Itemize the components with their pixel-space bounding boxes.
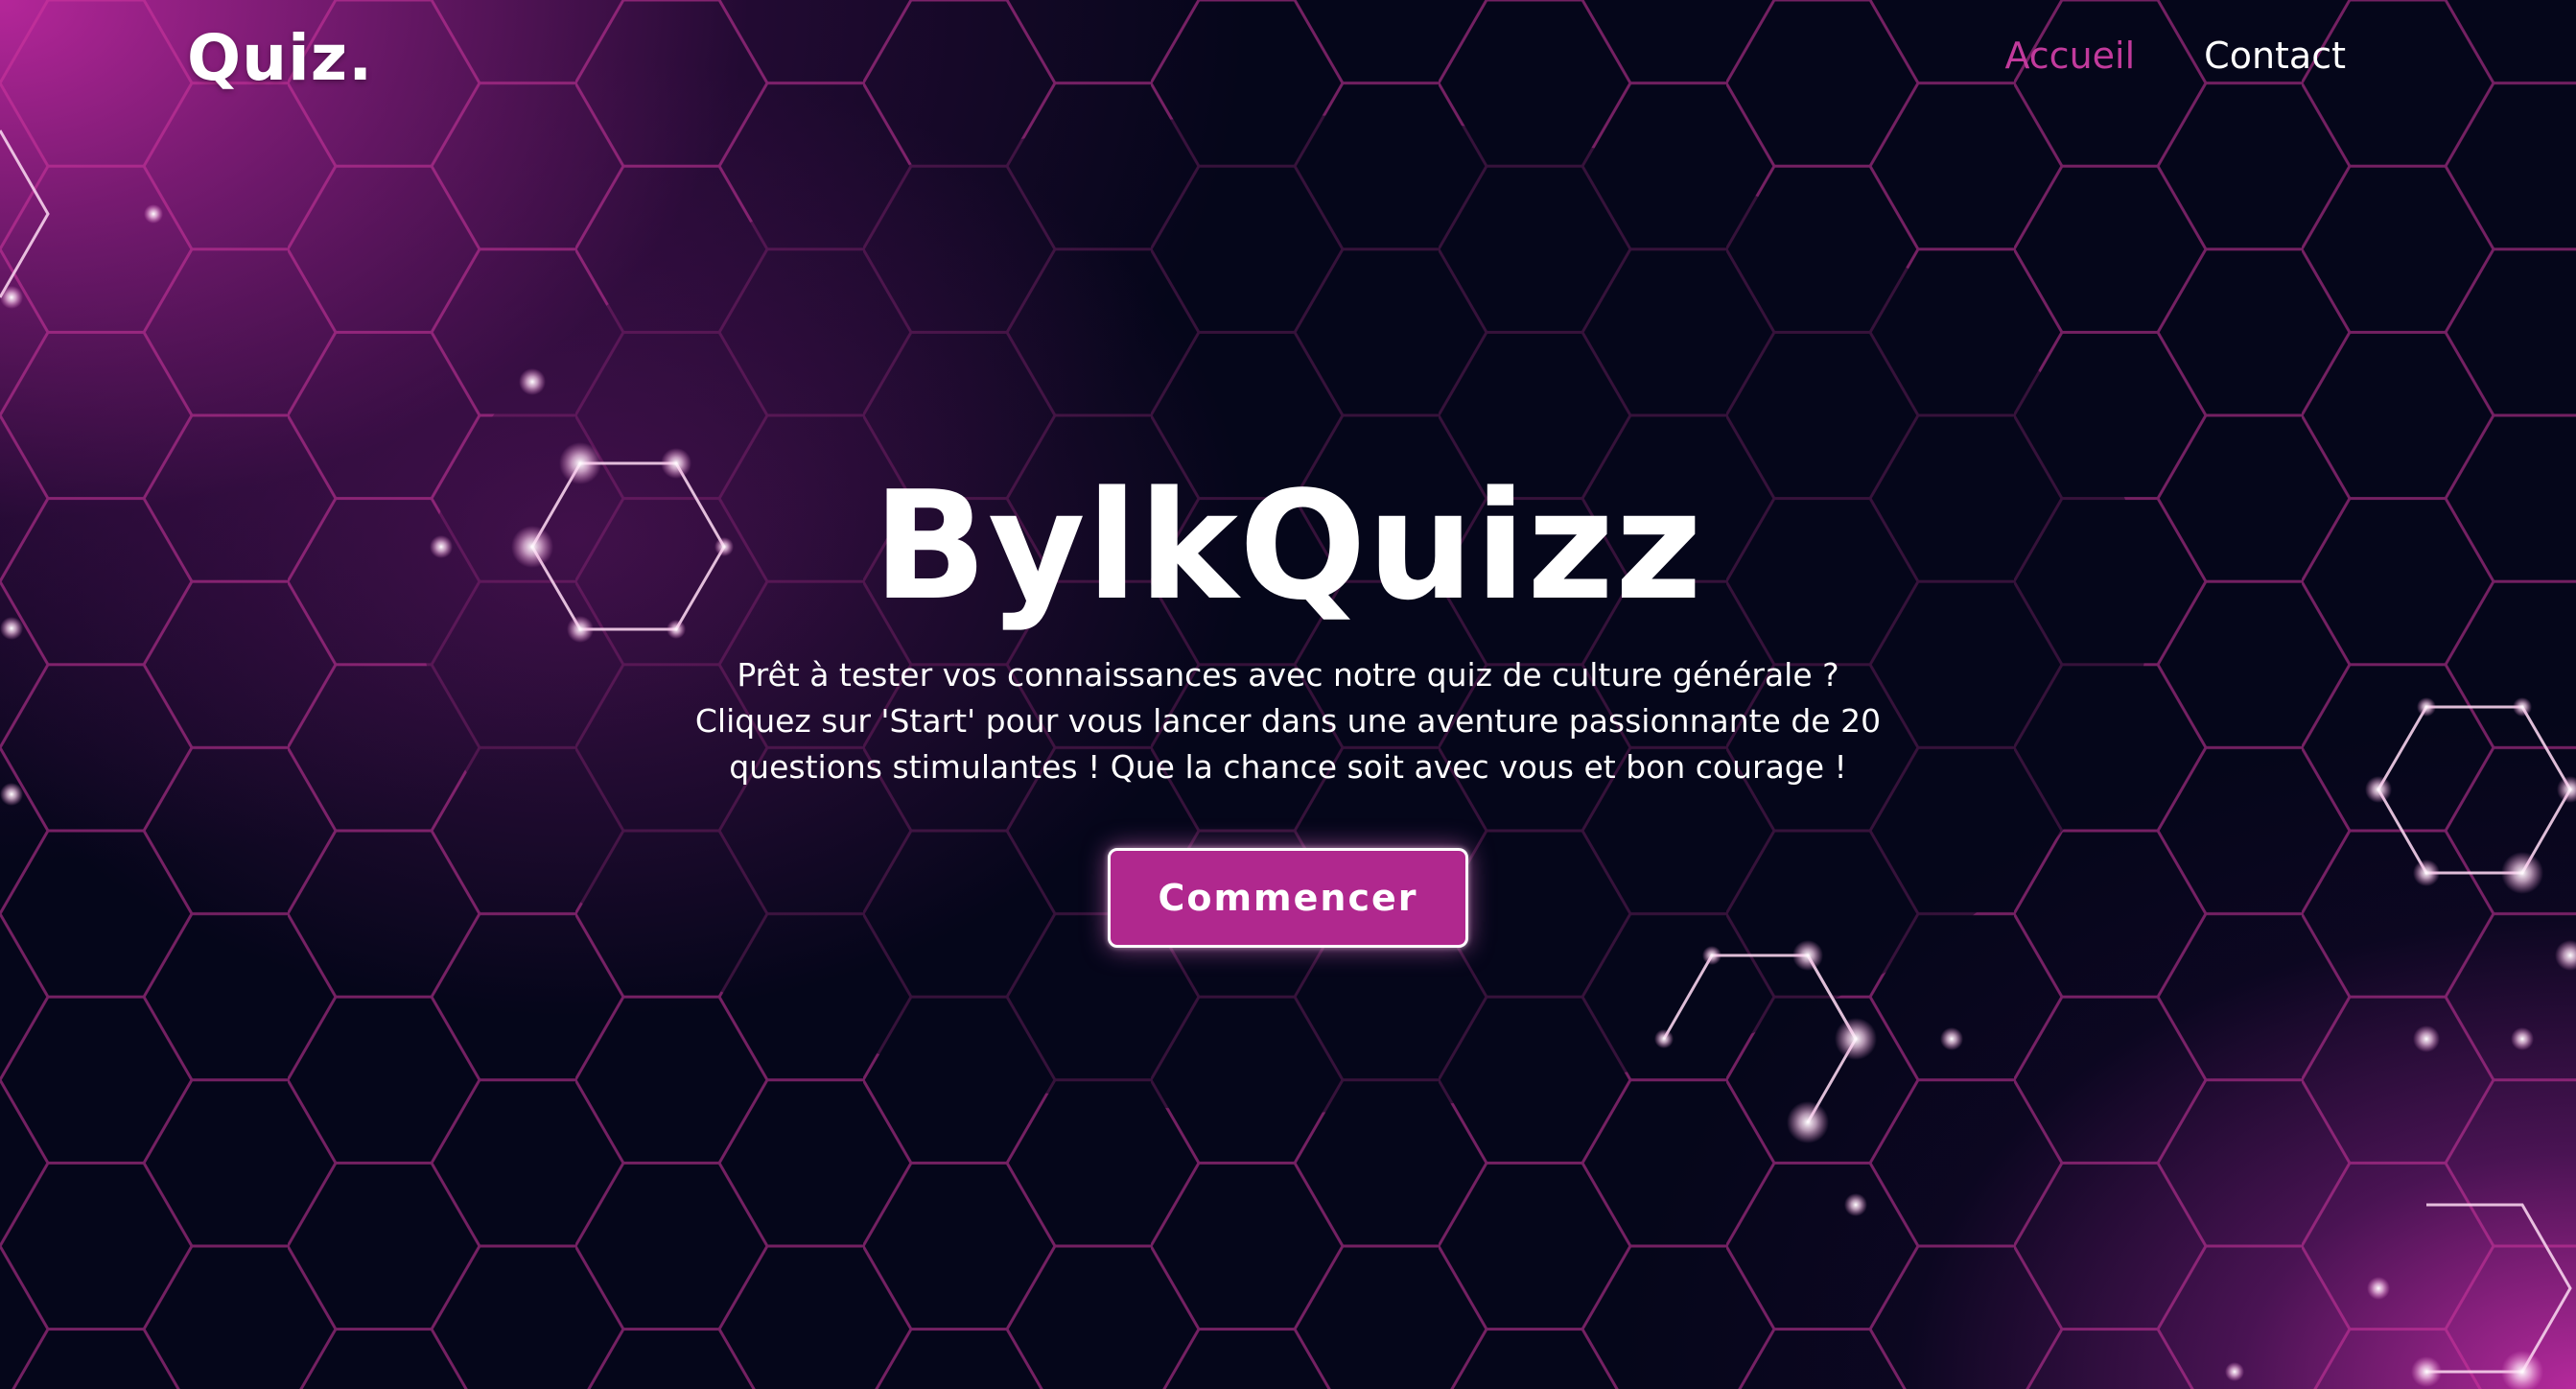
start-button[interactable]: Commencer bbox=[1108, 847, 1468, 948]
brand-logo[interactable]: Quiz. bbox=[187, 21, 373, 95]
hero-title: BylkQuizz bbox=[873, 459, 1703, 633]
nav-link-accueil[interactable]: Accueil bbox=[2004, 35, 2135, 77]
hero-description: Prêt à tester vos connaissances avec not… bbox=[694, 655, 1882, 786]
main-nav: Accueil Contact bbox=[2004, 35, 2346, 77]
nav-link-contact[interactable]: Contact bbox=[2204, 35, 2346, 77]
page: Quiz. Accueil Contact BylkQuizz Prêt à t… bbox=[0, 0, 2576, 1389]
hero-section: BylkQuizz Prêt à tester vos connaissance… bbox=[0, 459, 2576, 948]
